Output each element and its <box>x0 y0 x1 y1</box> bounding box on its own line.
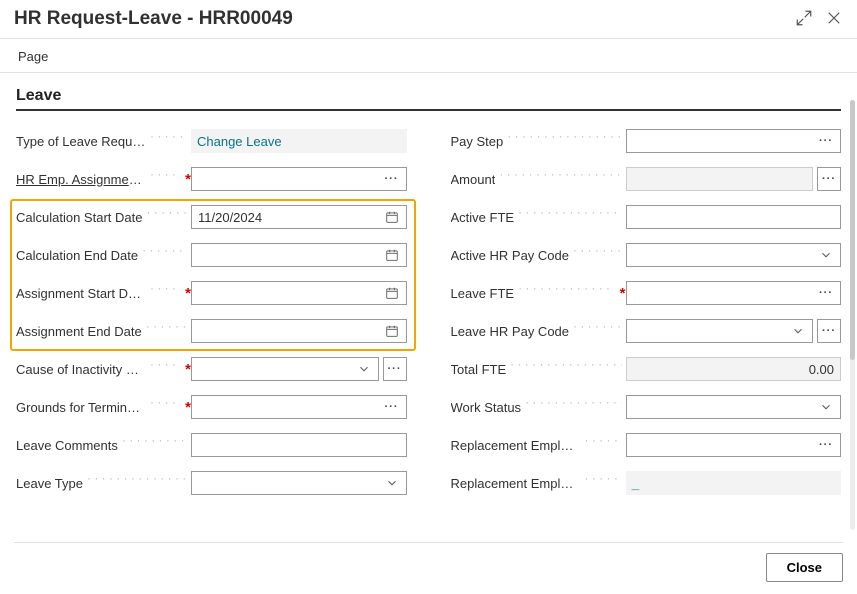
label-pay-step: Pay Step <box>451 134 504 149</box>
replacement-emp2-display: _ <box>626 471 842 495</box>
type-of-leave-select[interactable]: Change Leave <box>191 129 407 153</box>
label-leave-comments: Leave Comments <box>16 438 118 453</box>
total-fte-value: 0.00 <box>633 362 835 377</box>
ellipsis-icon[interactable]: ··· <box>818 437 834 453</box>
close-button[interactable]: Close <box>766 553 843 582</box>
active-hr-pay-select[interactable] <box>626 243 842 267</box>
tab-page[interactable]: Page <box>18 49 48 64</box>
amount-lookup-button[interactable]: ··· <box>817 167 841 191</box>
label-leave-type: Leave Type <box>16 476 83 491</box>
calendar-icon[interactable] <box>384 285 400 301</box>
scrollbar-thumb[interactable] <box>850 100 855 360</box>
label-replacement-emp1: Replacement Employe… <box>451 438 581 453</box>
expand-icon[interactable] <box>795 9 813 30</box>
label-leave-hr-pay: Leave HR Pay Code <box>451 324 570 339</box>
total-fte-display: 0.00 <box>626 357 842 381</box>
chevron-down-icon[interactable] <box>818 247 834 263</box>
chevron-down-icon[interactable] <box>356 361 372 377</box>
label-calc-start: Calculation Start Date <box>16 210 142 225</box>
chevron-down-icon[interactable] <box>818 399 834 415</box>
required-cause: * <box>185 361 191 378</box>
ellipsis-icon[interactable]: ··· <box>384 171 400 187</box>
leave-fte-input[interactable]: ··· <box>626 281 842 305</box>
chevron-down-icon[interactable] <box>384 475 400 491</box>
section-title-leave: Leave <box>16 87 841 111</box>
label-type-of-leave: Type of Leave Request <box>16 134 146 149</box>
ellipsis-icon[interactable]: ··· <box>384 399 400 415</box>
required-hr-emp: * <box>185 171 191 188</box>
label-replacement-emp2: Replacement Employe… <box>451 476 581 491</box>
work-status-select[interactable] <box>626 395 842 419</box>
leave-hr-pay-select[interactable] <box>626 319 814 343</box>
hr-emp-assignment-input[interactable]: ··· <box>191 167 407 191</box>
label-grounds-term: Grounds for Terminati… <box>16 400 146 415</box>
ellipsis-icon[interactable]: ··· <box>818 285 834 301</box>
replacement-emp2-value: _ <box>632 476 836 491</box>
label-calc-end: Calculation End Date <box>16 248 138 263</box>
chevron-down-icon[interactable] <box>790 323 806 339</box>
leave-comments-input[interactable] <box>191 433 407 457</box>
leave-hr-pay-lookup-button[interactable]: ··· <box>817 319 841 343</box>
dots <box>150 135 187 143</box>
calc-start-date-input[interactable]: 11/20/2024 <box>191 205 407 229</box>
ellipsis-icon[interactable]: ··· <box>818 133 834 149</box>
label-leave-fte: Leave FTE <box>451 286 515 301</box>
replacement-emp1-input[interactable]: ··· <box>626 433 842 457</box>
scrollbar[interactable] <box>850 100 855 530</box>
cause-inactivity-select[interactable] <box>191 357 379 381</box>
required-grounds: * <box>185 399 191 416</box>
calendar-icon[interactable] <box>384 247 400 263</box>
pay-step-input[interactable]: ··· <box>626 129 842 153</box>
required-leave-fte: * <box>620 285 626 302</box>
right-column: Pay Step ··· Amount ··· <box>451 129 842 509</box>
close-icon[interactable] <box>825 9 843 30</box>
calendar-icon[interactable] <box>384 209 400 225</box>
left-column: Type of Leave Request Change Leave HR Em… <box>16 129 407 509</box>
type-of-leave-value: Change Leave <box>197 134 282 149</box>
label-active-hr-pay: Active HR Pay Code <box>451 248 570 263</box>
label-assign-start: Assignment Start Date <box>16 286 146 301</box>
page-title: HR Request-Leave - HRR00049 <box>14 8 293 30</box>
assign-start-date-input[interactable] <box>191 281 407 305</box>
calc-start-date-value: 11/20/2024 <box>198 210 384 225</box>
leave-type-select[interactable] <box>191 471 407 495</box>
label-assign-end: Assignment End Date <box>16 324 142 339</box>
label-total-fte: Total FTE <box>451 362 507 377</box>
calc-end-date-input[interactable] <box>191 243 407 267</box>
assign-end-date-input[interactable] <box>191 319 407 343</box>
required-assign-start: * <box>185 285 191 302</box>
label-hr-emp-assignment[interactable]: HR Emp. Assignment … <box>16 172 146 187</box>
label-active-fte: Active FTE <box>451 210 515 225</box>
cause-inactivity-lookup-button[interactable]: ··· <box>383 357 407 381</box>
amount-input <box>626 167 814 191</box>
label-amount: Amount <box>451 172 496 187</box>
calendar-icon[interactable] <box>384 323 400 339</box>
label-cause-inactivity: Cause of Inactivity Co… <box>16 362 146 377</box>
grounds-term-input[interactable]: ··· <box>191 395 407 419</box>
active-fte-input[interactable] <box>626 205 842 229</box>
label-work-status: Work Status <box>451 400 522 415</box>
